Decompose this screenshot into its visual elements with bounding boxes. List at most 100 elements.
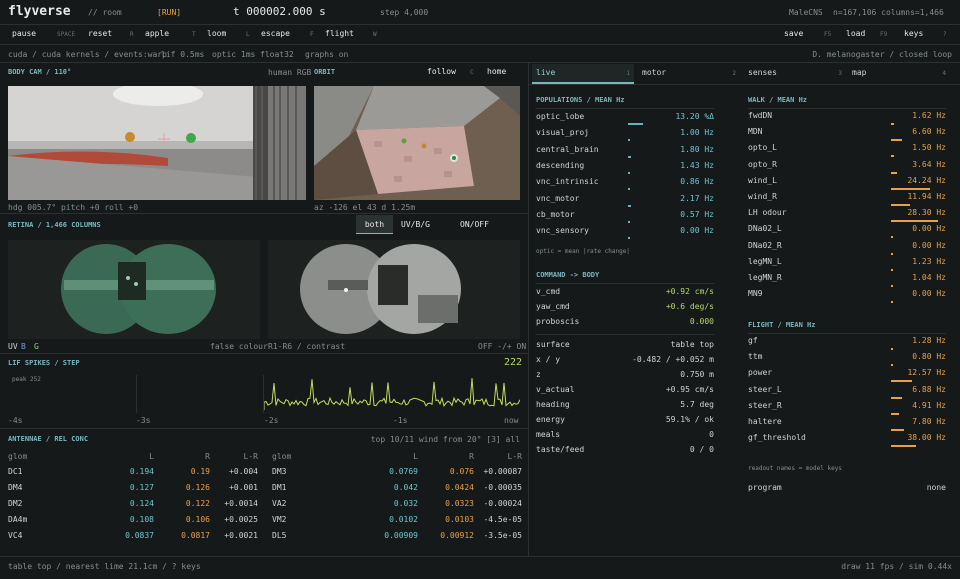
bodycam-mode: human RGB <box>268 68 312 77</box>
load-key: F9 <box>880 31 888 38</box>
info-item: lif 0.5ms <box>161 50 205 59</box>
lif-trace <box>263 372 521 414</box>
save-button[interactable]: save <box>784 29 803 38</box>
reset-button[interactable]: reset <box>88 29 112 38</box>
orbit-title: ORBIT <box>314 68 336 76</box>
status-left: table top / nearest lime 21.1cm / ? keys <box>8 562 201 571</box>
row-label: surface <box>536 340 570 349</box>
step-count: step 4,000 <box>380 8 429 17</box>
info-item: cuda / cuda kernels / events:warp <box>8 50 167 59</box>
row-label: v_actual <box>536 385 575 394</box>
tab-map[interactable]: map 4 <box>848 64 950 84</box>
toolbar: pause SPACE reset Rapple Tloom Lescape Fflight… <box>0 27 960 41</box>
loom-button[interactable]: loom <box>207 29 226 38</box>
bodycam-view[interactable] <box>8 86 306 200</box>
tab-live[interactable]: live 1 <box>532 64 634 84</box>
glom-right: 0.0424 <box>445 483 474 492</box>
row-value: +0.95 cm/s <box>665 385 714 394</box>
lif-peak: peak 252 <box>12 376 41 383</box>
row-label: LH odour <box>748 208 787 218</box>
rate-bar <box>891 445 916 448</box>
glom-left: 0.0102 <box>389 515 418 524</box>
glom-name: DM1 <box>272 483 287 492</box>
glom-left: 0.0837 <box>125 531 154 540</box>
flight-note: readout names = model keys <box>748 465 842 472</box>
antennae-title: ANTENNAE / REL CONC <box>8 435 89 443</box>
row-value: 12.57 Hz <box>907 368 946 378</box>
neuron-counts: n=167,106 columns=1,466 <box>833 8 944 17</box>
flight-button[interactable]: flight <box>325 29 354 38</box>
row-value: 1.43 Hz <box>680 160 714 170</box>
row-label: steer_R <box>748 400 782 410</box>
row-label: meals <box>536 430 561 439</box>
glom-right: 0.0817 <box>181 531 210 540</box>
tab-number: 2 <box>732 70 736 77</box>
antennae-header: glom <box>8 452 28 461</box>
row-label: gf <box>748 336 758 345</box>
glom-name: VA2 <box>272 499 287 508</box>
row-value: 0.00 Hz <box>912 289 946 299</box>
glom-diff: +0.001 <box>229 483 258 492</box>
row-value: 7.80 Hz <box>912 417 946 426</box>
row-label: wind_R <box>748 192 777 201</box>
rate-bar <box>891 412 899 415</box>
row-value: 0.57 Hz <box>680 209 714 219</box>
lif-title: LIF SPIKES / STEP <box>8 359 80 367</box>
rate-bar <box>628 204 631 207</box>
tab-motor[interactable]: motor 2 <box>638 64 740 84</box>
glom-left: 0.108 <box>129 515 154 524</box>
rate-bar <box>628 188 630 191</box>
retina-tab-onoff[interactable]: ON/OFF <box>460 220 489 229</box>
row-value: 6.60 Hz <box>912 127 946 137</box>
channel-uv: UV <box>8 342 18 351</box>
escape-button[interactable]: escape <box>261 29 290 38</box>
row-value: 0.00 Hz <box>912 240 946 250</box>
rate-bar <box>628 220 630 223</box>
orbit-view[interactable] <box>314 86 520 200</box>
tab-number: 3 <box>838 70 842 77</box>
room-label: // room <box>88 8 122 17</box>
channel-g: G <box>34 342 39 351</box>
rate-bar <box>891 187 930 190</box>
rate-bar <box>628 123 643 125</box>
flight-key: W <box>373 31 377 38</box>
row-label: z <box>536 370 541 379</box>
row-value: 1.62 Hz <box>912 111 946 120</box>
row-label: MDN <box>748 127 763 137</box>
retina-contrast <box>268 240 520 339</box>
glom-right: 0.106 <box>185 515 210 524</box>
rate-bar <box>891 301 893 304</box>
lif-tick-right-0: -2s <box>264 416 279 425</box>
rate-bar <box>891 285 893 287</box>
row-value: +0.92 cm/s <box>665 287 714 296</box>
row-value: 0.00 Hz <box>680 226 714 236</box>
glom-diff: +0.0014 <box>224 499 258 508</box>
follow-button[interactable]: follow <box>427 67 456 76</box>
retina-tab-both[interactable]: both <box>356 215 393 234</box>
rate-bar <box>628 155 631 158</box>
retina-tab-uvbg[interactable]: UV/B/G <box>401 220 430 229</box>
antennae-header: R <box>205 452 210 461</box>
home-button[interactable]: home <box>487 67 506 76</box>
row-value: 1.28 Hz <box>912 336 946 345</box>
row-value: 0.000 <box>689 317 714 326</box>
glom-name: VM2 <box>272 515 287 524</box>
row-label: taste/feed <box>536 445 585 454</box>
bodycam-scene <box>8 86 306 200</box>
row-label: descending <box>536 160 585 170</box>
pause-button[interactable]: pause <box>12 29 36 38</box>
load-button[interactable]: load <box>846 29 865 38</box>
glom-diff: -3.5e-05 <box>483 531 522 540</box>
apple-button[interactable]: apple <box>145 29 169 38</box>
row-value: 1.50 Hz <box>912 143 946 153</box>
row-value: 2.17 Hz <box>680 193 714 203</box>
glom-left: 0.124 <box>129 499 154 508</box>
glom-right: 0.00912 <box>440 531 474 540</box>
glom-left: 0.194 <box>129 467 154 476</box>
keys-button[interactable]: keys <box>904 29 923 38</box>
command-title: COMMAND -> BODY <box>536 271 600 279</box>
glom-left: 0.0769 <box>389 467 418 476</box>
tab-senses[interactable]: senses 3 <box>744 64 846 84</box>
row-label: DNa02_R <box>748 240 782 250</box>
row-label: heading <box>536 400 570 409</box>
